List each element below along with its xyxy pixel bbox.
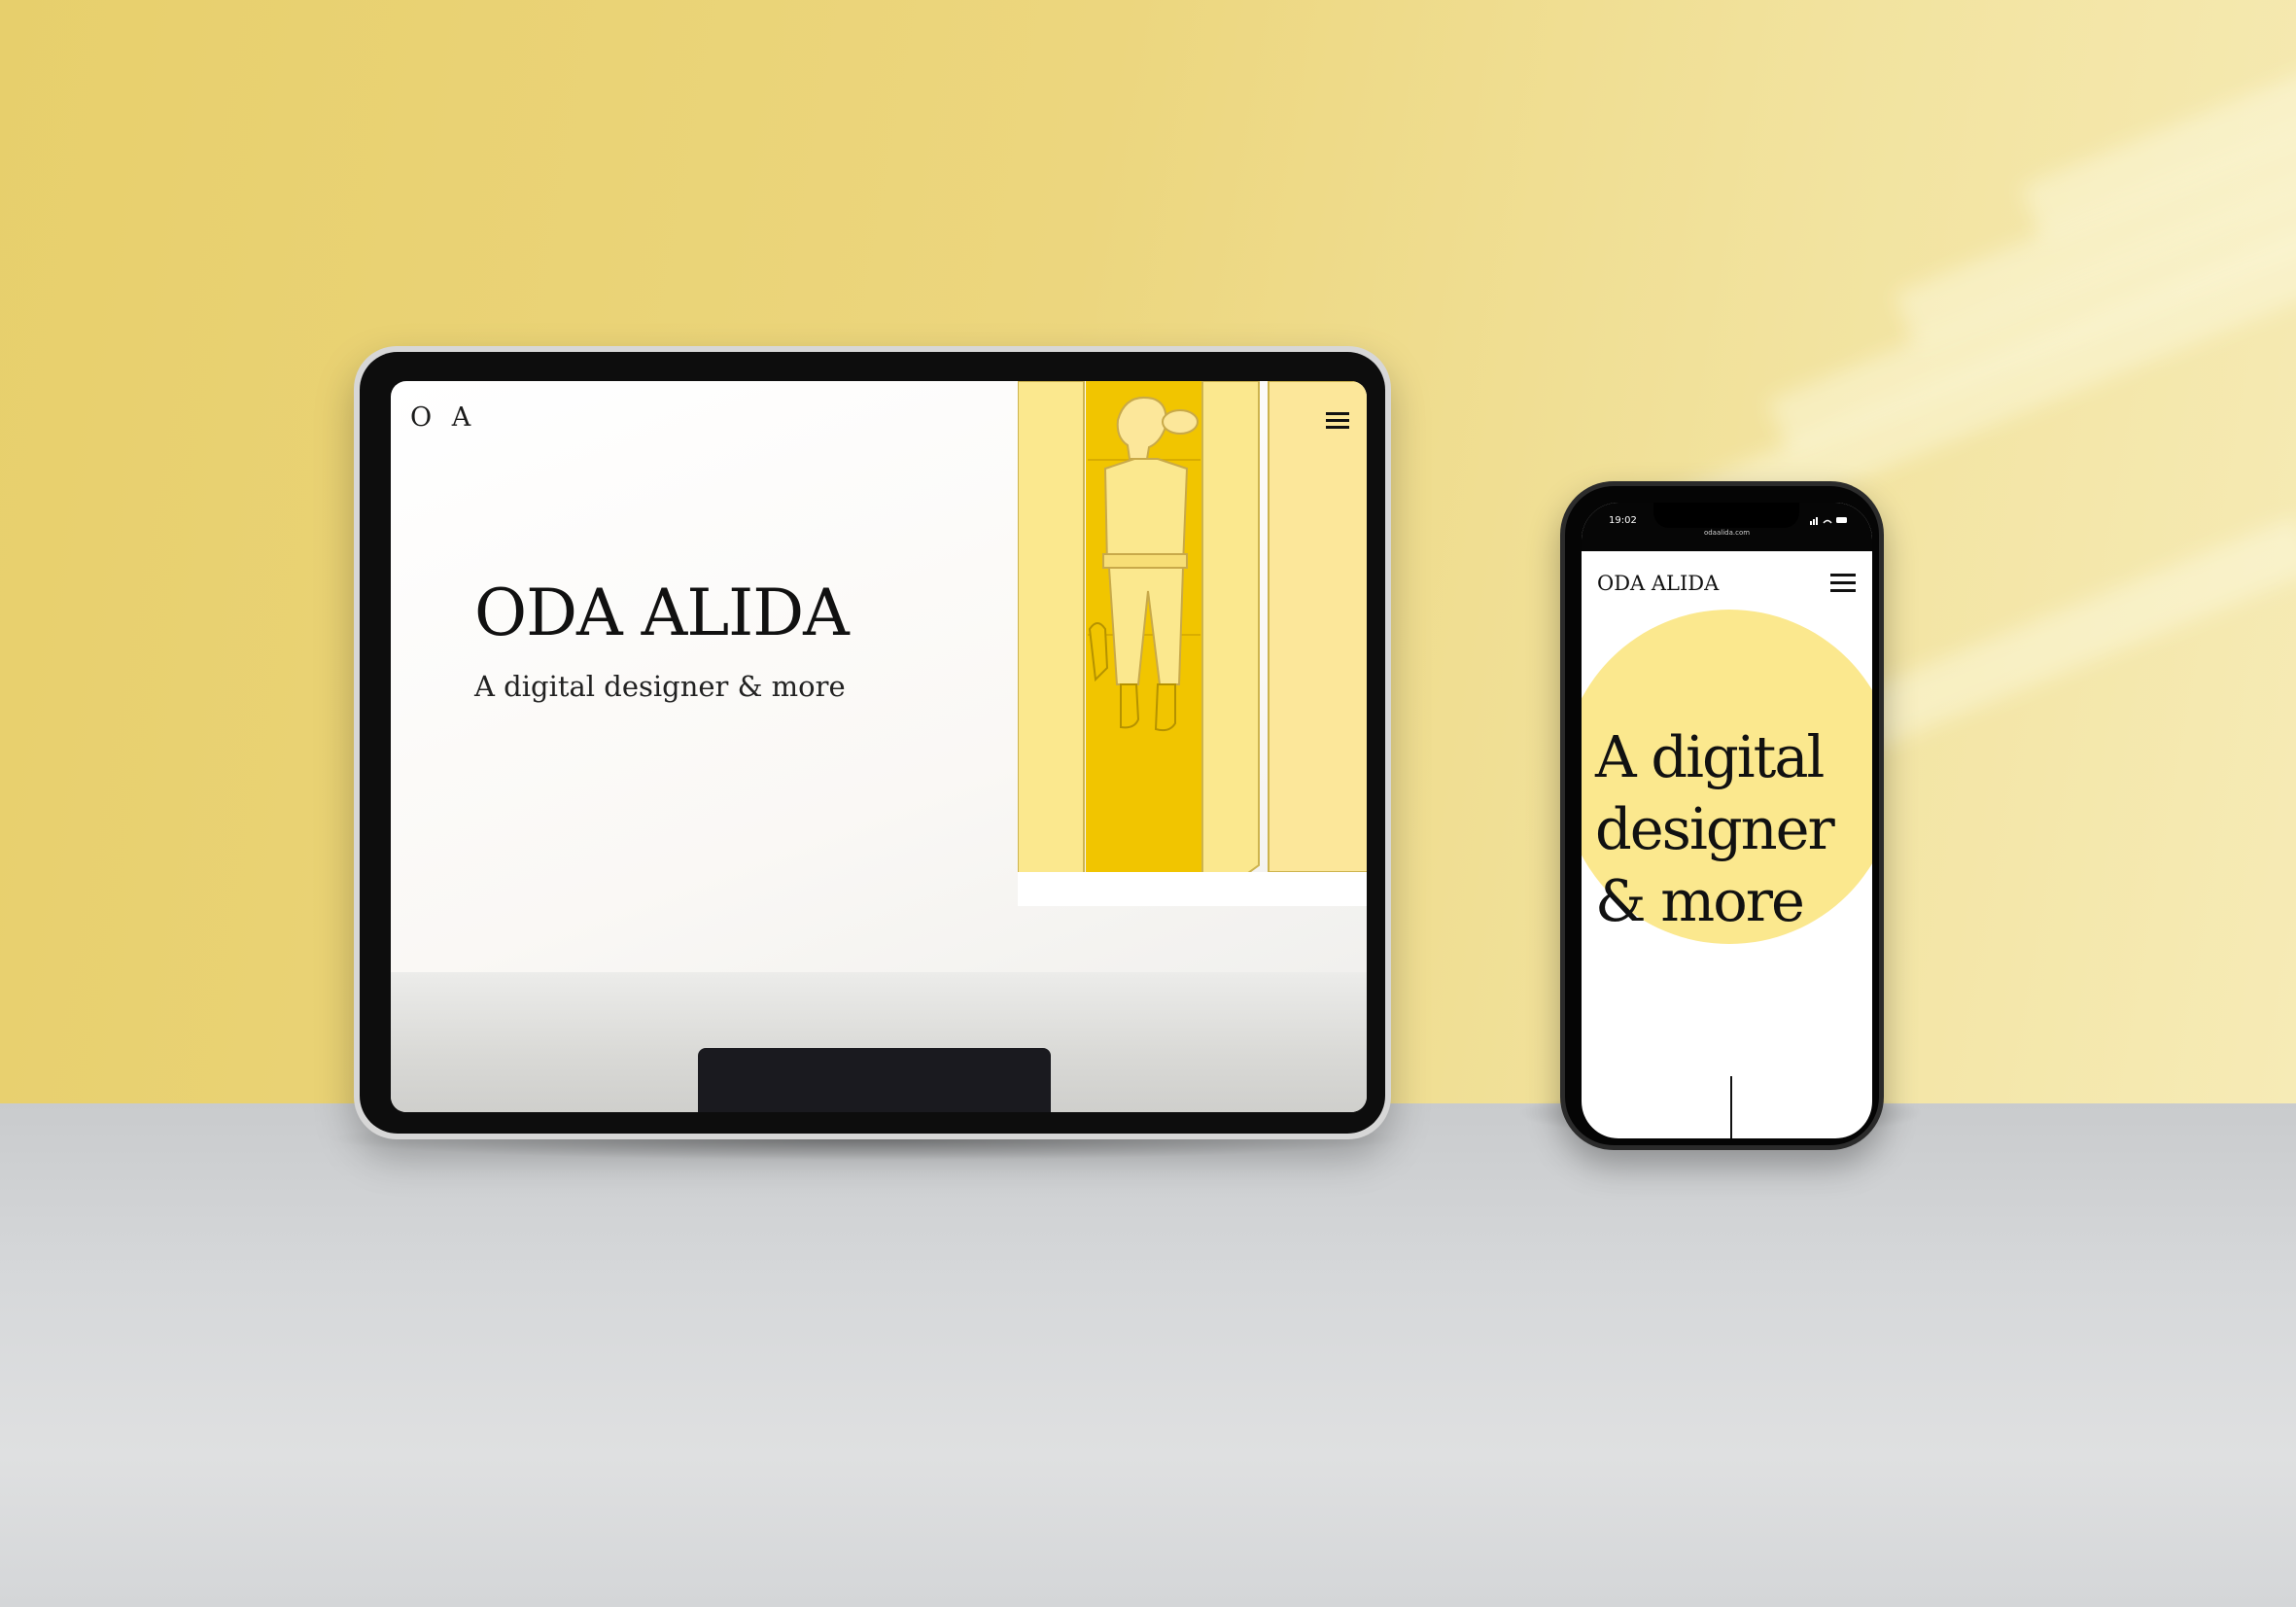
wardrobe-illustration xyxy=(1018,381,1367,906)
tablet-device: O A ODA ALIDA A digital designer & more xyxy=(354,346,1391,1139)
tablet-screen: O A ODA ALIDA A digital designer & more xyxy=(391,381,1367,1112)
signal-wifi-battery-icon xyxy=(1810,517,1847,525)
scroll-indicator xyxy=(1730,1076,1732,1138)
site-logo[interactable]: O A xyxy=(410,402,476,433)
tablet-bezel: O A ODA ALIDA A digital designer & more xyxy=(360,352,1385,1134)
site-logo[interactable]: ODA ALIDA xyxy=(1597,572,1719,595)
mockup-scene: O A ODA ALIDA A digital designer & more … xyxy=(0,0,2296,1607)
headline-line: A digital xyxy=(1595,723,1825,790)
phone-device: 19:02 odaalida.com ODA ALIDA A digital d… xyxy=(1560,481,1884,1150)
headline-line: & more xyxy=(1595,867,1805,934)
phone-bezel: 19:02 odaalida.com ODA ALIDA A digital d… xyxy=(1565,486,1879,1145)
menu-button[interactable] xyxy=(1830,574,1856,593)
hero-title: ODA ALIDA xyxy=(474,576,850,650)
hero-subtitle: A digital designer & more xyxy=(474,670,846,703)
status-bar: 19:02 odaalida.com xyxy=(1582,503,1872,551)
menu-button[interactable] xyxy=(1326,412,1349,430)
floor xyxy=(0,1103,2296,1607)
phone-notch xyxy=(1653,503,1799,528)
address-bar-url[interactable]: odaalida.com xyxy=(1582,529,1872,537)
status-time: 19:02 xyxy=(1609,515,1637,526)
headline-line: designer xyxy=(1595,795,1835,862)
hero-headline: A digital designer & more xyxy=(1595,721,1867,937)
phone-screen: 19:02 odaalida.com ODA ALIDA A digital d… xyxy=(1582,503,1872,1138)
laptop-preview-image xyxy=(698,1048,1051,1112)
